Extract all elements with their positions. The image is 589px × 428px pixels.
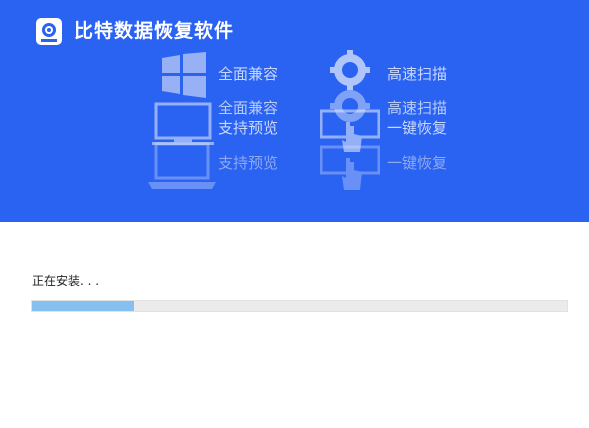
header-banner: 比特数据恢复软件 全面兼容 高速扫描 全面兼容 高速扫描 支持预览 一键恢复 支… [0,0,589,222]
feature-compatible: 全面兼容 [218,65,279,83]
laptop-icon [148,142,216,189]
install-progress-fill [32,301,134,311]
feature-fast-scan: 高速扫描 [387,65,448,83]
feature-preview: 支持预览 [218,154,279,172]
feature-one-click-recover: 一键恢复 [387,154,448,172]
feature-compatible: 全面兼容 [218,99,279,117]
install-status: 正在安装. . . [32,274,100,288]
feature-fast-scan: 高速扫描 [387,99,448,117]
install-progress-bar [31,300,568,312]
feature-one-click-recover: 一键恢复 [387,119,448,137]
hand-pointer-icon [320,145,380,190]
monitor-icon [152,102,214,145]
app-title: 比特数据恢复软件 [74,20,235,42]
windows-icon [162,52,206,98]
gear-icon [330,50,370,90]
feature-preview: 支持预览 [218,119,279,137]
disk-logo-icon [36,18,62,45]
